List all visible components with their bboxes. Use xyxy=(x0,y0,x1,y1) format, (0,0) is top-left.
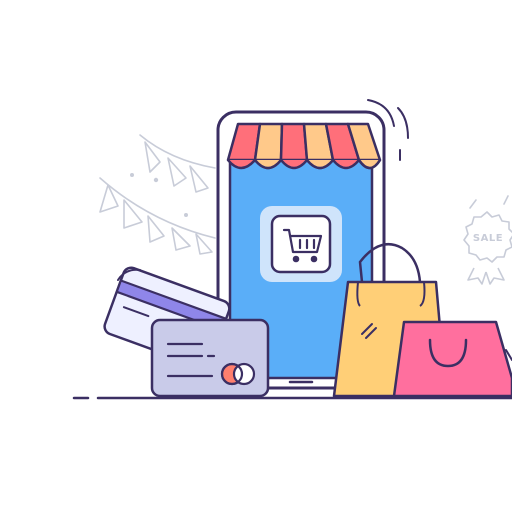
confetti-dots xyxy=(130,173,188,217)
credit-card-icon xyxy=(150,318,270,398)
bunting-flags xyxy=(99,134,216,255)
store-awning xyxy=(226,122,382,170)
online-shopping-illustration: SALE xyxy=(72,99,512,400)
shopping-bag-icon xyxy=(392,320,512,398)
sale-badge: SALE xyxy=(463,195,512,285)
sale-badge-label: SALE xyxy=(473,233,503,244)
store-app-button[interactable] xyxy=(260,206,342,282)
card-coin-right xyxy=(232,362,256,386)
